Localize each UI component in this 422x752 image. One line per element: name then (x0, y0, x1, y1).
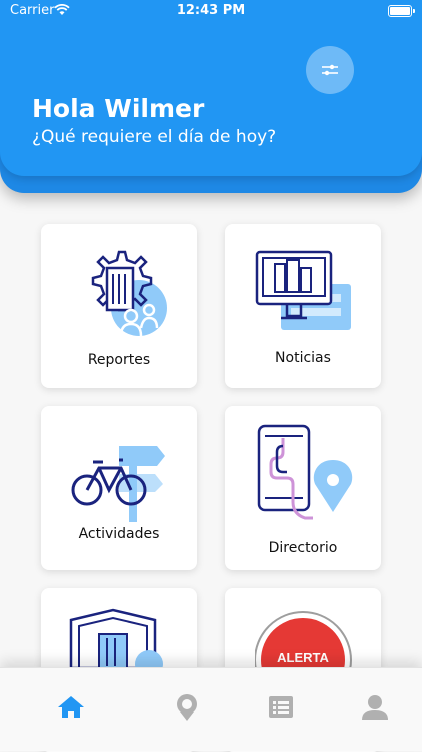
card-directorio[interactable]: Directorio (225, 406, 381, 570)
card-label: Reportes (87, 352, 151, 368)
phone-map-pin-icon (257, 424, 353, 520)
filter-button[interactable] (306, 46, 354, 94)
user-icon (362, 695, 388, 720)
list-icon (269, 696, 293, 718)
header (0, 0, 422, 176)
alert-button-icon: ALERTA (255, 611, 352, 670)
tab-profile[interactable] (360, 692, 390, 722)
tab-home[interactable] (56, 692, 86, 722)
clock: 12:43 PM (176, 3, 246, 18)
location-icon (177, 694, 197, 721)
building-gear-people-icon (91, 250, 167, 337)
tab-location[interactable] (172, 692, 202, 722)
shield-building-icon (69, 608, 163, 668)
bicycle-signpost-icon (71, 446, 165, 522)
monitor-news-icon (255, 250, 351, 330)
greeting-title: Hola Wilmer (32, 94, 205, 123)
battery-icon (388, 5, 415, 17)
card-label: Actividades (78, 526, 160, 542)
card-noticias[interactable]: Noticias (225, 224, 381, 388)
card-reportes[interactable]: Reportes (41, 224, 197, 388)
card-label: Directorio (268, 540, 338, 556)
greeting-subtitle: ¿Qué requiere el día de hoy? (32, 127, 277, 147)
card-actividades[interactable]: Actividades (41, 406, 197, 570)
alert-label: ALERTA (277, 650, 329, 665)
home-icon (58, 696, 84, 718)
sliders-icon (322, 64, 338, 76)
status-bar: Carrier 12:43 PM (0, 0, 422, 22)
tab-list[interactable] (266, 692, 296, 722)
card-label: Noticias (275, 350, 331, 366)
tab-bar (0, 667, 422, 751)
